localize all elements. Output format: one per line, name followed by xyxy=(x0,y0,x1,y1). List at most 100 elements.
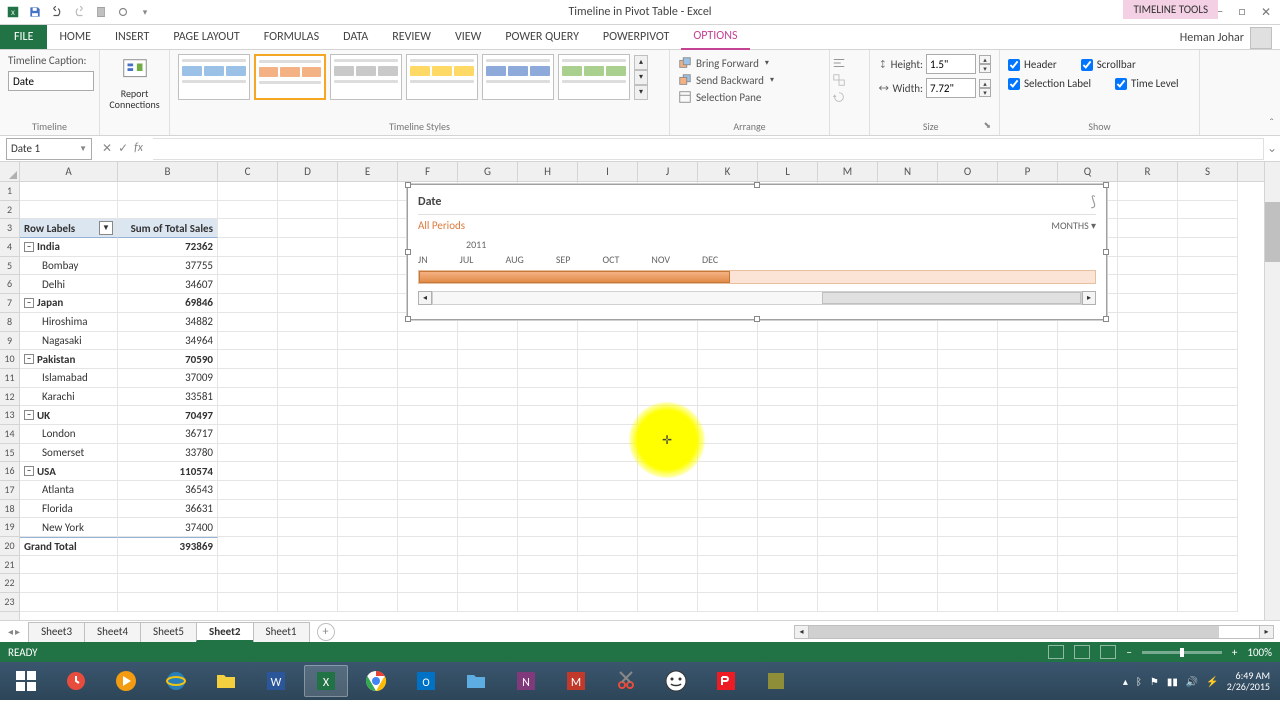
timeline-scroll-thumb[interactable] xyxy=(822,292,1081,304)
clock[interactable]: 6:49 AM 2/26/2015 xyxy=(1227,670,1270,692)
cell[interactable] xyxy=(20,556,118,575)
row-header[interactable]: 23 xyxy=(0,593,19,612)
collapse-icon[interactable]: − xyxy=(24,410,34,420)
row-header[interactable]: 9 xyxy=(0,332,19,351)
cell[interactable]: 393869 xyxy=(118,537,218,556)
timeline-styles-gallery[interactable]: ▴ ▾ ▾ xyxy=(178,54,661,100)
style-option[interactable] xyxy=(482,54,554,100)
column-header[interactable]: S xyxy=(1178,162,1238,181)
row-header[interactable]: 1 xyxy=(0,182,19,201)
report-connections-button[interactable]: ReportConnections xyxy=(105,54,163,112)
timeline-scroll-left[interactable]: ◂ xyxy=(418,291,432,305)
timeline-level-selector[interactable]: MONTHS ▾ xyxy=(1051,219,1096,232)
row-header[interactable]: 22 xyxy=(0,574,19,593)
column-header[interactable]: F xyxy=(398,162,458,181)
select-all-button[interactable] xyxy=(0,162,19,182)
cell[interactable] xyxy=(118,182,218,201)
style-option-selected[interactable] xyxy=(254,54,326,100)
column-header[interactable]: H xyxy=(518,162,578,181)
normal-view-icon[interactable] xyxy=(1048,645,1064,659)
row-header[interactable]: 5 xyxy=(0,257,19,276)
hscroll-left[interactable]: ◂ xyxy=(795,626,809,638)
cell[interactable]: Karachi xyxy=(20,388,118,407)
start-button[interactable] xyxy=(4,665,48,697)
gallery-scroll-down[interactable]: ▾ xyxy=(634,70,648,85)
cell[interactable] xyxy=(118,201,218,220)
tab-review[interactable]: REVIEW xyxy=(380,25,443,49)
row-header[interactable]: 16 xyxy=(0,462,19,481)
cell[interactable]: 69846 xyxy=(118,294,218,313)
timeline-caption-input[interactable] xyxy=(8,71,94,91)
new-sheet-button[interactable]: + xyxy=(317,623,335,641)
row-header[interactable]: 10 xyxy=(0,350,19,369)
row-header[interactable]: 4 xyxy=(0,238,19,257)
bluetooth-icon[interactable]: ᛒ xyxy=(1136,675,1142,688)
folder-icon[interactable] xyxy=(454,665,498,697)
cell[interactable] xyxy=(20,593,118,612)
cell[interactable]: Row Labels▼ xyxy=(20,219,118,238)
chrome-icon[interactable] xyxy=(354,665,398,697)
column-header[interactable]: A xyxy=(20,162,118,181)
column-header[interactable]: B xyxy=(118,162,218,181)
app-icon-2[interactable] xyxy=(754,665,798,697)
undo-icon[interactable] xyxy=(48,3,66,21)
timeline-track[interactable] xyxy=(418,270,1096,284)
cell[interactable]: New York xyxy=(20,518,118,537)
cell[interactable]: Florida xyxy=(20,500,118,519)
style-option[interactable] xyxy=(178,54,250,100)
word-icon[interactable]: W xyxy=(254,665,298,697)
tab-nav[interactable]: ◂▸ xyxy=(0,625,28,638)
row-header[interactable]: 6 xyxy=(0,275,19,294)
collapse-icon[interactable]: − xyxy=(24,354,34,364)
sheet-tab[interactable]: Sheet1 xyxy=(253,622,310,642)
column-header[interactable]: L xyxy=(758,162,818,181)
zoom-slider[interactable] xyxy=(1142,651,1222,654)
media-player-icon[interactable] xyxy=(104,665,148,697)
paste-icon[interactable] xyxy=(92,3,110,21)
tab-file[interactable]: FILE xyxy=(0,25,47,49)
cell[interactable]: Somerset xyxy=(20,444,118,463)
collapse-icon[interactable]: − xyxy=(24,466,34,476)
cell[interactable]: −Pakistan xyxy=(20,350,118,369)
formula-input[interactable] xyxy=(153,138,1264,160)
row-header[interactable]: 18 xyxy=(0,500,19,519)
cell[interactable] xyxy=(20,182,118,201)
style-option[interactable] xyxy=(406,54,478,100)
enter-formula-icon[interactable]: ✓ xyxy=(118,141,128,156)
row-header[interactable]: 3 xyxy=(0,219,19,238)
cell[interactable]: −UK xyxy=(20,406,118,425)
scrollbar-checkbox[interactable]: Scrollbar xyxy=(1081,58,1136,71)
gallery-scroll-up[interactable]: ▴ xyxy=(634,55,648,70)
column-header[interactable]: E xyxy=(338,162,398,181)
horizontal-scrollbar[interactable]: ◂ ▸ xyxy=(794,625,1274,639)
emoji-icon[interactable] xyxy=(654,665,698,697)
ie-icon[interactable] xyxy=(154,665,198,697)
action-center-icon[interactable]: ⚑ xyxy=(1150,675,1159,688)
width-up[interactable]: ▴ xyxy=(979,79,991,88)
redo-icon[interactable] xyxy=(70,3,88,21)
row-header[interactable]: 21 xyxy=(0,556,19,575)
cell[interactable]: 36543 xyxy=(118,481,218,500)
fx-icon[interactable]: fx xyxy=(134,141,143,156)
cell[interactable] xyxy=(118,556,218,575)
excel-taskbar-icon[interactable]: X xyxy=(304,665,348,697)
send-backward-button[interactable]: Send Backward▾ xyxy=(678,73,821,87)
cell[interactable]: Islamabad xyxy=(20,369,118,388)
cell[interactable]: London xyxy=(20,425,118,444)
page-layout-view-icon[interactable] xyxy=(1074,645,1090,659)
selection-label-checkbox[interactable]: Selection Label xyxy=(1008,77,1091,90)
tab-home[interactable]: HOME xyxy=(47,25,103,49)
tab-view[interactable]: VIEW xyxy=(443,25,493,49)
cell[interactable]: −India xyxy=(20,238,118,257)
column-header[interactable]: I xyxy=(578,162,638,181)
cancel-formula-icon[interactable]: ✕ xyxy=(102,141,112,156)
row-header[interactable]: 15 xyxy=(0,444,19,463)
collapse-icon[interactable]: − xyxy=(24,242,34,252)
selection-pane-button[interactable]: Selection Pane xyxy=(678,90,821,104)
row-header[interactable]: 20 xyxy=(0,537,19,556)
height-input[interactable] xyxy=(926,54,976,74)
row-header[interactable]: 7 xyxy=(0,294,19,313)
timeline-selection[interactable] xyxy=(419,271,730,283)
qat-customize-icon[interactable]: ▾ xyxy=(136,3,154,21)
clear-filter-icon[interactable]: ⟆ xyxy=(1091,193,1096,210)
